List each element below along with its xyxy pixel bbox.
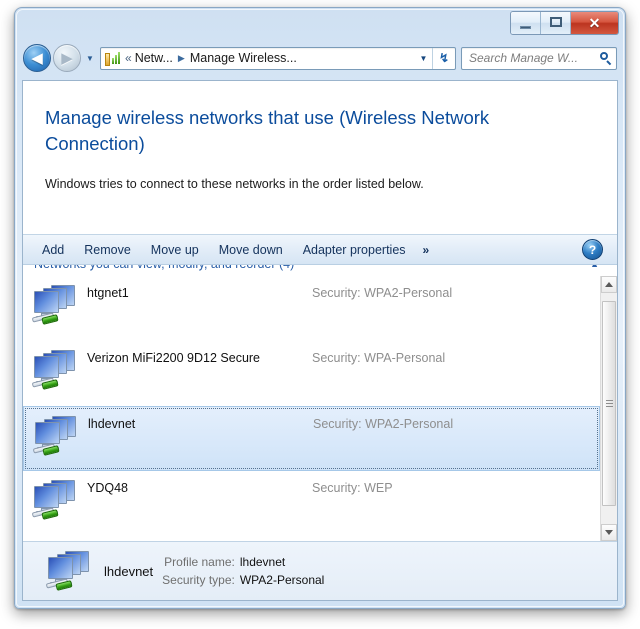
move-up-button[interactable]: Move up — [141, 238, 209, 262]
vertical-scrollbar[interactable] — [600, 276, 617, 541]
content-area: Manage wireless networks that use (Wirel… — [22, 80, 618, 601]
details-security-value: WPA2-Personal — [239, 573, 325, 587]
minimize-button[interactable] — [511, 12, 541, 34]
network-security: Security: WPA2-Personal — [312, 286, 453, 300]
details-network-icon — [45, 548, 94, 595]
address-bar[interactable]: « Netw... ▶ Manage Wireless... ▼ ↯ — [100, 46, 456, 70]
network-list-item[interactable]: YDQ48 Security: WEP — [23, 471, 600, 536]
close-icon: ✕ — [588, 15, 601, 31]
maximize-restore-button[interactable] — [541, 12, 571, 34]
details-pane: lhdevnet Profile name: lhdevnet Security… — [23, 541, 617, 600]
command-toolbar: Add Remove Move up Move down Adapter pro… — [23, 234, 617, 265]
network-profile-icon — [32, 413, 81, 460]
close-button[interactable]: ✕ — [571, 12, 618, 34]
help-icon[interactable]: ? — [582, 239, 603, 260]
remove-button[interactable]: Remove — [74, 238, 141, 262]
search-icon — [599, 51, 612, 65]
details-security-row: Security type: WPA2-Personal — [162, 571, 352, 589]
adapter-properties-button[interactable]: Adapter properties — [293, 238, 416, 262]
network-security: Security: WPA2-Personal — [313, 417, 454, 431]
toolbar-overflow-icon[interactable]: » — [416, 239, 437, 261]
network-security: Security: WPA-Personal — [312, 351, 446, 365]
breadcrumb-item-network[interactable]: Netw... — [135, 51, 173, 65]
address-dropdown-icon[interactable]: ▼ — [415, 54, 432, 63]
breadcrumb-separator-icon: ▶ — [177, 52, 185, 63]
page-title: Manage wireless networks that use (Wirel… — [45, 107, 490, 154]
network-profile-icon — [31, 282, 80, 329]
navigation-bar: ◀ ▶ ▼ « Netw... ▶ Manage Wireless... ▼ ↯… — [15, 40, 625, 76]
network-profile-icon — [31, 477, 80, 524]
details-fields: Profile name: lhdevnet Security type: WP… — [162, 553, 352, 589]
network-list-viewport: htgnet1 Security: WPA2-Personal Verizon … — [23, 276, 600, 541]
network-profile-icon — [31, 347, 80, 394]
add-button[interactable]: Add — [32, 238, 74, 262]
network-name: lhdevnet — [88, 417, 136, 431]
title-bar: ✕ — [15, 8, 625, 42]
scroll-up-button[interactable] — [601, 276, 617, 293]
network-name: YDQ48 — [87, 481, 128, 495]
details-title: lhdevnet — [104, 563, 154, 579]
search-box[interactable]: Search Manage W... — [461, 46, 617, 70]
back-arrow-icon: ◀ — [31, 49, 43, 67]
network-name: Verizon MiFi2200 9D12 Secure — [87, 351, 261, 365]
network-security: Security: WEP — [312, 481, 393, 495]
group-header-label: Networks you can view, modify, and reord… — [34, 265, 294, 271]
scrollbar-grip-icon — [606, 399, 613, 408]
details-profile-value: lhdevnet — [239, 555, 286, 569]
group-header[interactable]: Networks you can view, modify, and reord… — [23, 265, 617, 276]
forward-arrow-icon: ▶ — [61, 49, 73, 67]
breadcrumb-overflow-icon[interactable]: « — [125, 51, 132, 65]
network-list-item[interactable]: htgnet1 Security: WPA2-Personal — [23, 276, 600, 341]
details-profile-label: Profile name: — [164, 555, 235, 569]
refresh-button[interactable]: ↯ — [432, 47, 455, 69]
network-name: htgnet1 — [87, 286, 129, 300]
scroll-down-button[interactable] — [601, 524, 617, 541]
window-controls: ✕ — [510, 11, 619, 35]
details-profile-row: Profile name: lhdevnet — [162, 553, 352, 571]
breadcrumb-item-manage-wireless[interactable]: Manage Wireless... — [190, 51, 297, 65]
page-subtitle: Windows tries to connect to these networ… — [45, 177, 424, 191]
page-header: Manage wireless networks that use (Wirel… — [23, 81, 617, 191]
recent-pages-button[interactable]: ▼ — [83, 54, 97, 63]
back-button[interactable]: ◀ — [23, 44, 51, 72]
network-list: htgnet1 Security: WPA2-Personal Verizon … — [23, 276, 617, 541]
scrollbar-thumb[interactable] — [602, 301, 616, 506]
group-collapse-icon[interactable]: ▲ — [590, 265, 599, 269]
search-input[interactable]: Search Manage W... — [469, 51, 599, 65]
details-security-label: Security type: — [162, 573, 235, 587]
manage-wireless-networks-window: ✕ ◀ ▶ ▼ « Netw... ▶ Manage Wireless... ▼… — [14, 7, 626, 609]
wireless-signal-icon — [105, 51, 121, 66]
move-down-button[interactable]: Move down — [209, 238, 293, 262]
network-list-item[interactable]: Verizon MiFi2200 9D12 Secure Security: W… — [23, 341, 600, 406]
forward-button[interactable]: ▶ — [53, 44, 81, 72]
network-list-item-selected[interactable]: lhdevnet Security: WPA2-Personal — [23, 406, 600, 471]
